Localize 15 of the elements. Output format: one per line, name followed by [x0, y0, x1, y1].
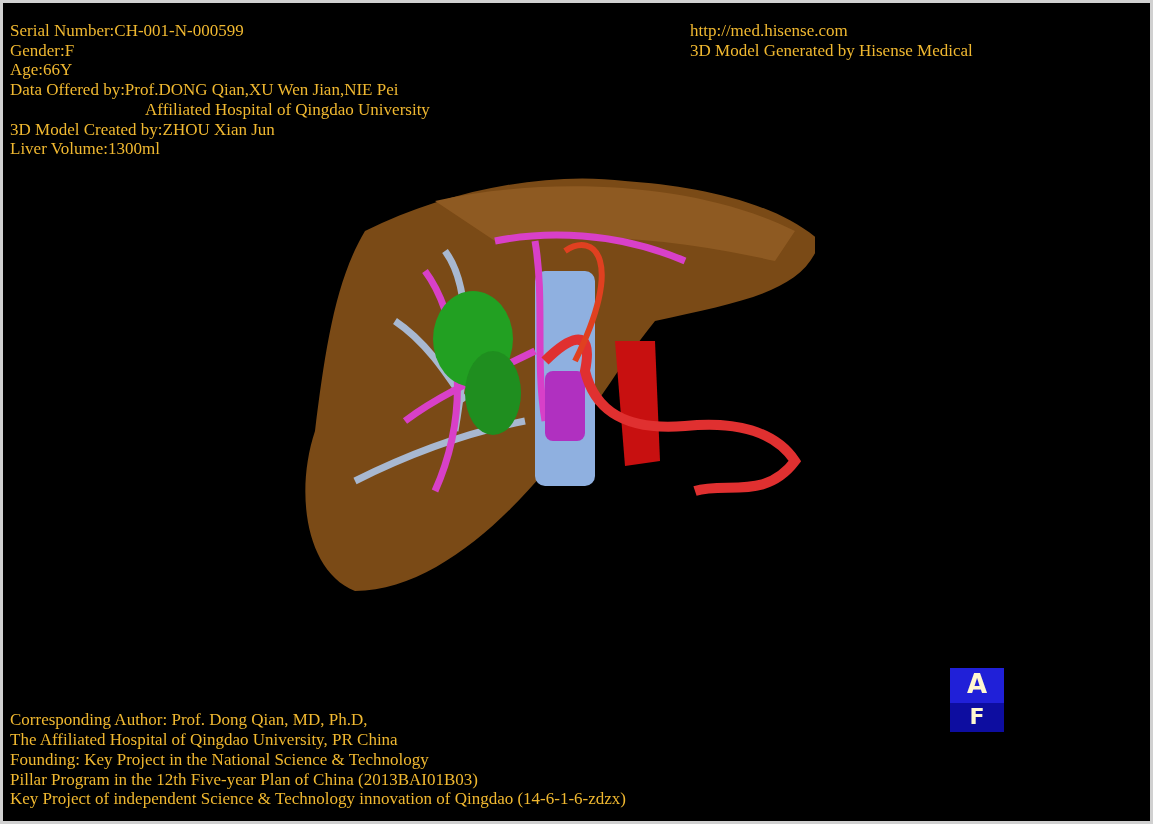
- website-link[interactable]: http://med.hisense.com: [690, 21, 848, 41]
- generator-text: 3D Model Generated by Hisense Medical: [690, 40, 973, 61]
- info-text: 3D Model Created by:ZHOU Xian Jun: [10, 119, 275, 140]
- orientation-cube[interactable]: A F: [950, 668, 1004, 733]
- credit-text: Pillar Program in the 12th Five-year Plan of China (2013BAI01B03): [10, 769, 478, 790]
- credit-text: The Affiliated Hospital of Qingdao University, PR China: [10, 730, 398, 750]
- info-text: Affiliated Hospital of Qingdao University: [145, 99, 430, 120]
- credit-text: Founding: Key Project in the National Science & Technology: [10, 749, 429, 770]
- info-text: Age:66Y: [10, 60, 73, 81]
- info-text: Liver Volume:1300ml: [10, 139, 160, 159]
- credit-text: Key Project of independent Science & Technology innovation of Qingdao (14-6-1-6-zdzx): [10, 789, 626, 809]
- info-text: Data Offered by:Prof.DONG Qian,XU Wen Jian,NIE Pei: [10, 80, 399, 100]
- info-text: Gender:F: [10, 40, 75, 61]
- info-text: Serial Number:CH-001-N-000599: [10, 21, 244, 41]
- credit-text: Corresponding Author: Prof. Dong Qian, MD, Ph.D,: [10, 710, 368, 731]
